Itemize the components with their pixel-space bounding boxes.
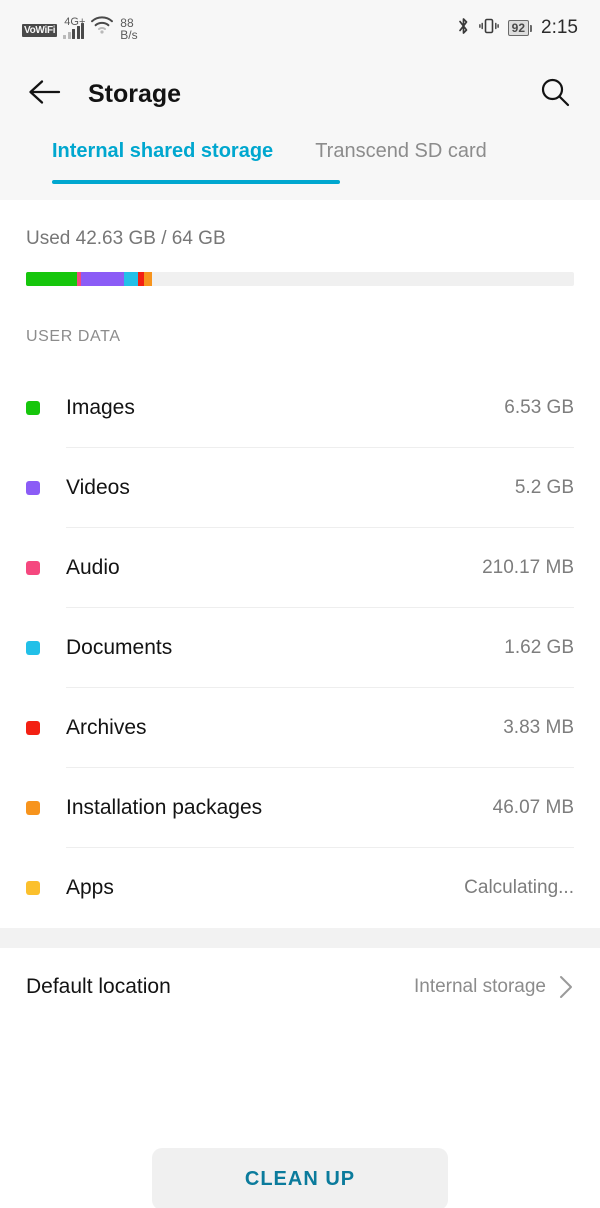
status-bar: VoWiFi 4G+ 88 B/s 92 2:15 (0, 0, 600, 56)
category-size-value: 1.62 GB (504, 637, 574, 658)
storage-category-row[interactable]: Documents 1.62 GB (0, 608, 600, 688)
category-size-value: 5.2 GB (514, 477, 574, 498)
bluetooth-icon (457, 16, 470, 41)
chevron-right-icon (558, 974, 574, 1000)
search-icon (539, 76, 571, 113)
vibrate-icon (478, 16, 499, 41)
storage-category-row[interactable]: Archives 3.83 MB (0, 688, 600, 768)
storage-category-row[interactable]: Audio 210.17 MB (0, 528, 600, 608)
storage-category-list: Images 6.53 GB Videos 5.2 GB Audio 210.17 MB D… (0, 346, 600, 928)
storage-category-row[interactable]: Installation packages 46.07 MB (0, 768, 600, 848)
category-size-value: 46.07 MB (492, 797, 574, 818)
category-size-value: 210.17 MB (482, 557, 574, 578)
usage-bar-segment (123, 272, 139, 286)
storage-category-row[interactable]: Images 6.53 GB (0, 368, 600, 448)
category-label: Documents (66, 636, 173, 659)
storage-category-row[interactable]: Apps Calculating... (0, 848, 600, 928)
usage-bar-segment (26, 272, 77, 286)
clock: 2:15 (541, 17, 578, 38)
wifi-icon (90, 16, 114, 39)
battery-icon: 92 (507, 20, 533, 36)
category-label: Archives (66, 716, 147, 739)
default-location-label: Default location (26, 975, 171, 998)
category-color-dot (26, 881, 40, 895)
cellular-signal-icon: 4G+ (63, 17, 85, 39)
category-label: Installation packages (66, 796, 263, 819)
category-size-value: Calculating... (464, 877, 574, 898)
used-storage-label: Used 42.63 GB / 64 GB (26, 228, 226, 249)
section-header-user-data: USER DATA (0, 286, 600, 346)
default-location-value: Internal storage (413, 976, 546, 997)
category-color-dot (26, 801, 40, 815)
tab-transcend-sd-card[interactable]: Transcend SD card (315, 132, 487, 163)
status-bar-left: VoWiFi 4G+ 88 B/s (22, 16, 138, 41)
back-button[interactable] (22, 71, 68, 117)
vowifi-icon: VoWiFi (22, 24, 58, 37)
status-bar-right: 92 2:15 (457, 16, 578, 41)
category-color-dot (26, 561, 40, 575)
page-title: Storage (88, 79, 182, 108)
category-color-dot (26, 641, 40, 655)
category-color-dot (26, 481, 40, 495)
storage-usage-bar (26, 272, 574, 286)
category-label: Videos (66, 476, 130, 499)
battery-percent-label: 92 (507, 20, 530, 36)
storage-summary: Used 42.63 GB / 64 GB (0, 200, 600, 286)
network-type-label: 4G+ (64, 16, 86, 28)
storage-settings-screen: VoWiFi 4G+ 88 B/s 92 2:15 Storage Intern… (0, 0, 600, 1208)
storage-category-row[interactable]: Videos 5.2 GB (0, 448, 600, 528)
category-label: Audio (66, 556, 120, 579)
storage-tabs: Internal shared storage Transcend SD car… (0, 132, 600, 200)
usage-bar-segment (81, 272, 124, 286)
tab-internal-shared-storage[interactable]: Internal shared storage (52, 132, 273, 163)
category-label: Images (66, 396, 135, 419)
data-rate-indicator: 88 B/s (120, 17, 137, 41)
cleanup-button-area: CLEAN UP (0, 1148, 600, 1208)
section-divider-gap (0, 928, 600, 948)
default-location-row[interactable]: Default location Internal storage (0, 948, 600, 1026)
category-size-value: 3.83 MB (503, 717, 574, 738)
category-label: Apps (66, 876, 114, 899)
app-bar: Storage (0, 56, 600, 132)
category-color-dot (26, 721, 40, 735)
clean-up-button[interactable]: CLEAN UP (152, 1148, 448, 1208)
search-button[interactable] (532, 71, 578, 117)
back-arrow-icon (28, 78, 62, 111)
data-rate-unit: B/s (120, 28, 138, 42)
usage-bar-segment (143, 272, 152, 286)
category-size-value: 6.53 GB (504, 397, 574, 418)
tab-active-underline (52, 180, 340, 184)
category-color-dot (26, 401, 40, 415)
